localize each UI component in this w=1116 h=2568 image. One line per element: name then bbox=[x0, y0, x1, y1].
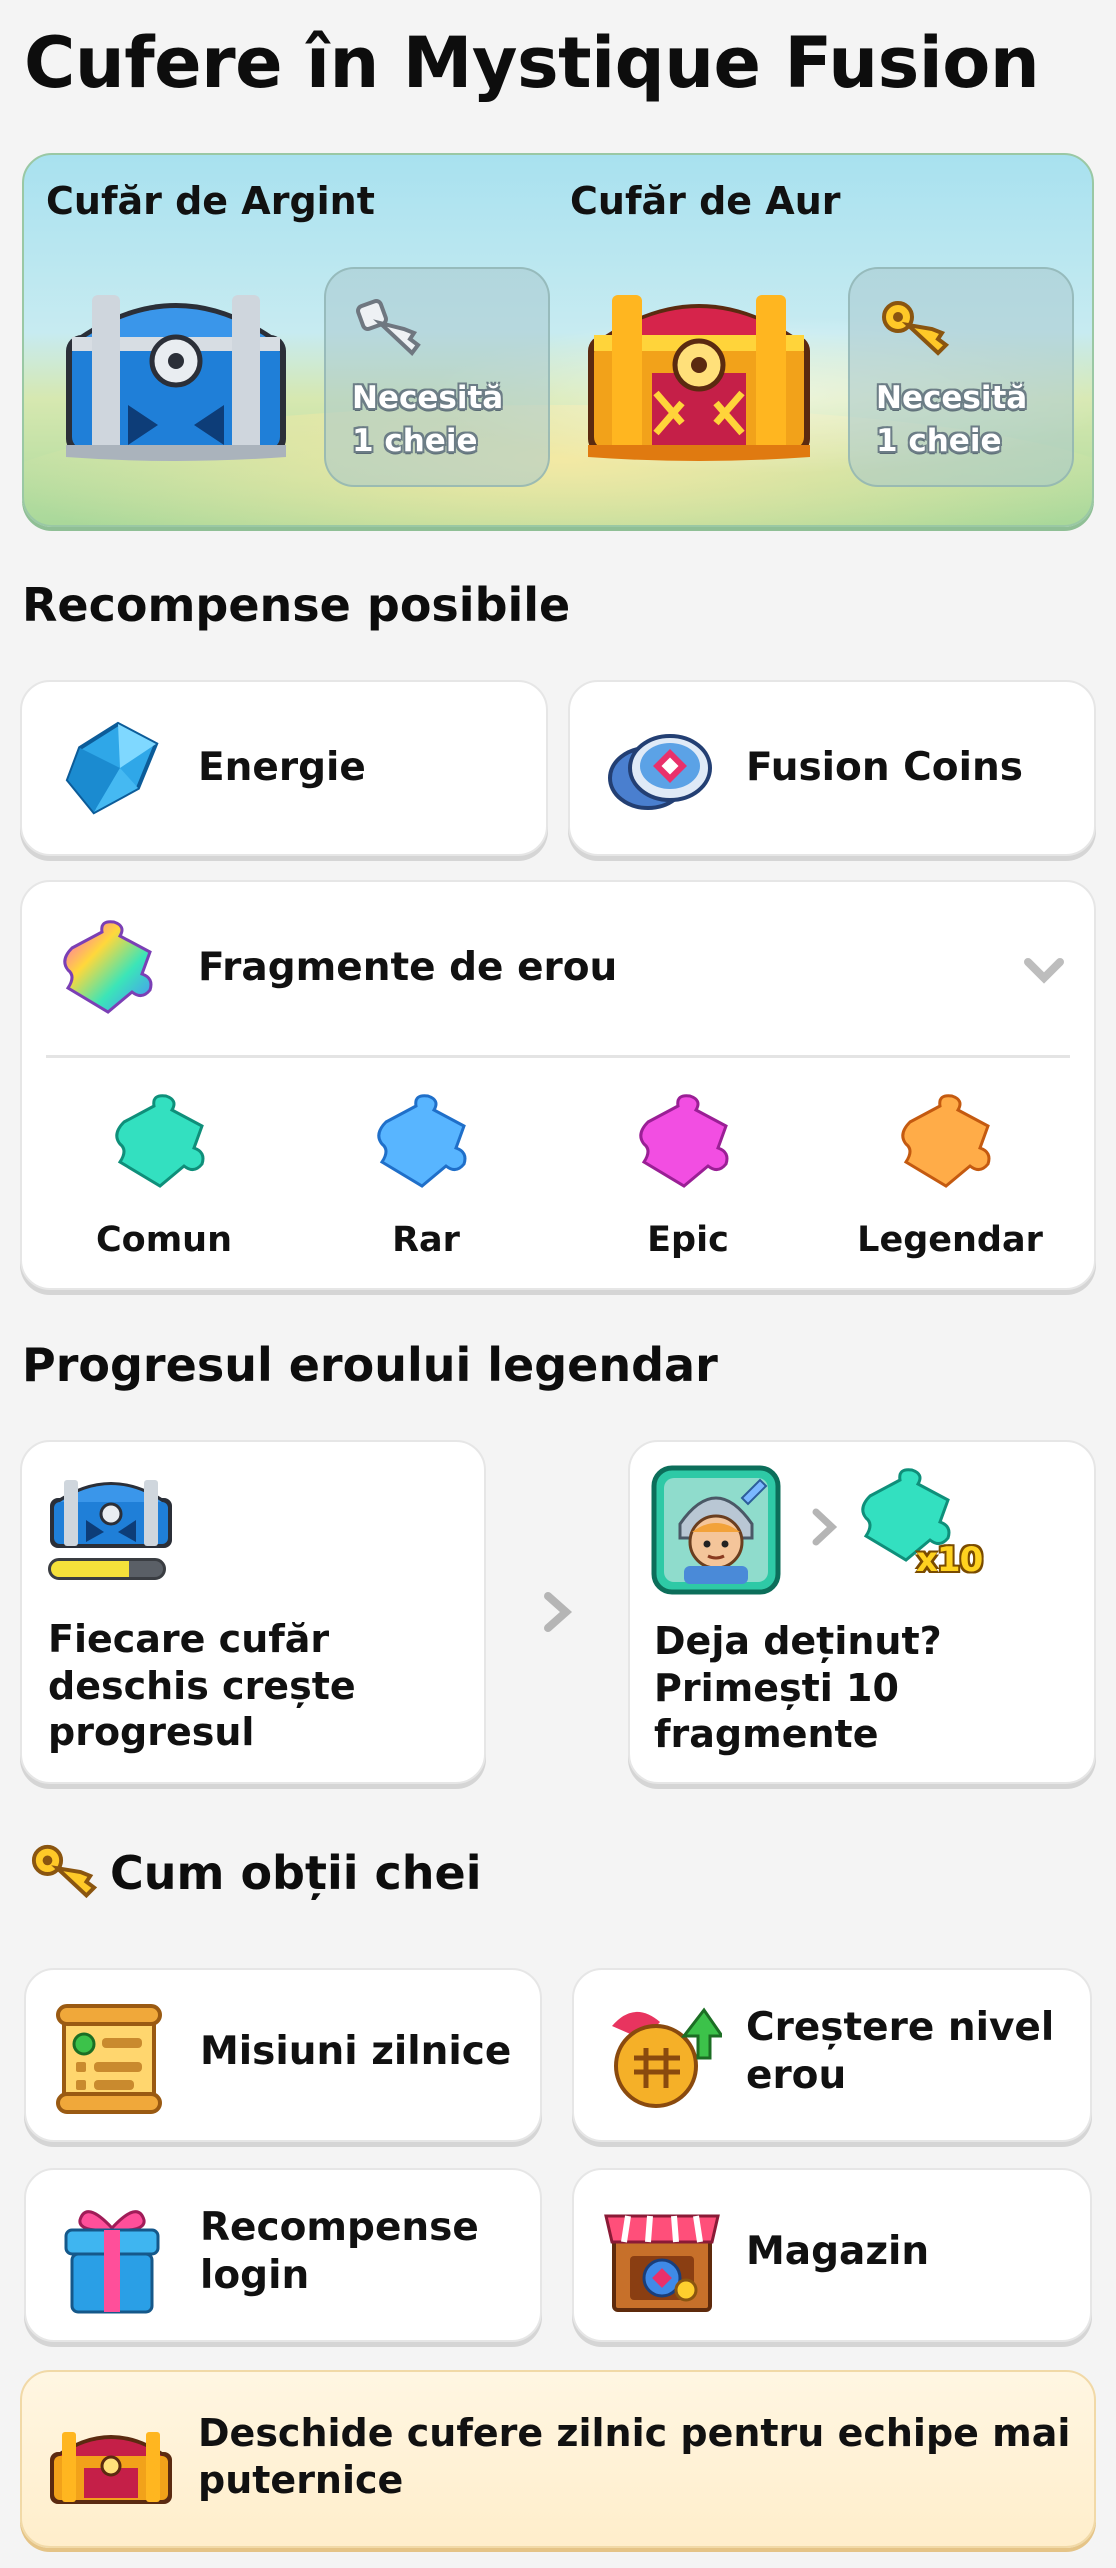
hero-portrait-icon bbox=[651, 1465, 781, 1595]
common-shard-icon bbox=[115, 1094, 205, 1188]
progress-bar bbox=[48, 1558, 166, 1580]
mini-chest-icon bbox=[50, 1480, 172, 1548]
gold-chest-title: Cufăr de Aur bbox=[570, 179, 841, 223]
x10-badge: x10 bbox=[916, 1540, 983, 1580]
progress-fill bbox=[51, 1561, 130, 1577]
owned-line1: Deja deținut? bbox=[654, 1619, 942, 1663]
silver-req-line1: Necesită bbox=[352, 380, 504, 416]
energy-crystal-icon bbox=[65, 721, 159, 815]
red-chest-icon bbox=[50, 2432, 172, 2504]
silver-key-requirement: Necesită 1 cheie bbox=[324, 267, 550, 487]
keys-heading: Cum obții chei bbox=[110, 1846, 482, 1900]
rewards-heading: Recompense posibile bbox=[22, 578, 571, 632]
gold-key-icon bbox=[882, 301, 950, 356]
owned-hero-card: x10 Deja deținut? Primești 10 fragmente bbox=[628, 1440, 1096, 1784]
key-source-hero-levelup[interactable]: Creștere nivel erou bbox=[572, 1968, 1092, 2142]
tip-text: Deschide cufere zilnic pentru echipe mai… bbox=[198, 2410, 1070, 2503]
tier-rare-label: Rar bbox=[392, 1220, 460, 1260]
progress-heading: Progresul eroului legendar bbox=[22, 1338, 718, 1392]
key-source-login-rewards[interactable]: Recompense login bbox=[24, 2168, 542, 2342]
tier-common-label: Comun bbox=[95, 1220, 233, 1260]
hero-levelup-label: Creștere nivel erou bbox=[746, 2004, 1054, 2100]
gold-key-heading-icon bbox=[31, 1844, 98, 1899]
tip-line2: puternice bbox=[198, 2457, 404, 2502]
reward-energy-card[interactable]: Energie bbox=[20, 680, 548, 856]
owned-line3: fragmente bbox=[654, 1712, 879, 1757]
silver-chest-icon bbox=[66, 295, 286, 461]
chevron-right-icon bbox=[544, 1592, 573, 1632]
chest-hero-panel: Cufăr de Argint Cufăr de Aur Necesită 1 … bbox=[22, 153, 1094, 527]
reward-coins-card[interactable]: Fusion Coins bbox=[568, 680, 1096, 856]
silver-req-line2: 1 cheie bbox=[352, 422, 478, 459]
tier-epic-label: Epic bbox=[647, 1220, 729, 1260]
rare-shard-icon bbox=[377, 1094, 467, 1188]
shards-divider bbox=[46, 1055, 1070, 1058]
gift-box-icon bbox=[64, 2210, 160, 2314]
hero-shards-label: Fragmente de erou bbox=[198, 945, 618, 990]
gold-req-line1: Necesită bbox=[876, 380, 1028, 416]
progress-left-text: Fiecare cufăr deschis crește progresul bbox=[48, 1617, 356, 1755]
arrow-right-icon bbox=[812, 1508, 838, 1546]
gold-req-line2: 1 cheie bbox=[876, 422, 1002, 459]
silver-key-icon bbox=[356, 299, 421, 356]
rainbow-puzzle-icon bbox=[63, 920, 153, 1014]
key-source-daily-missions[interactable]: Misiuni zilnice bbox=[24, 1968, 542, 2142]
reward-energy-label: Energie bbox=[198, 745, 366, 790]
key-source-shop[interactable]: Magazin bbox=[572, 2168, 1092, 2342]
gold-key-requirement: Necesită 1 cheie bbox=[848, 267, 1074, 487]
epic-shard-icon bbox=[639, 1094, 729, 1188]
progress-info-card: Fiecare cufăr deschis crește progresul bbox=[20, 1440, 486, 1784]
chevron-down-icon[interactable] bbox=[1022, 956, 1066, 986]
gold-chest-icon bbox=[588, 295, 810, 461]
reward-coins-label: Fusion Coins bbox=[746, 745, 1023, 790]
login-rewards-label: Recompense login bbox=[200, 2204, 479, 2300]
fusion-coins-icon bbox=[608, 734, 712, 810]
silver-chest-title: Cufăr de Argint bbox=[46, 179, 375, 223]
scroll-icon bbox=[56, 2004, 162, 2114]
page-title: Cufere în Mystique Fusion bbox=[24, 22, 1040, 104]
daily-missions-label: Misiuni zilnice bbox=[200, 2029, 512, 2074]
levelup-line2: erou bbox=[746, 2052, 847, 2098]
levelup-line1: Creștere nivel bbox=[746, 2005, 1055, 2050]
tip-banner: Deschide cufere zilnic pentru echipe mai… bbox=[20, 2370, 1096, 2548]
shop-stall-icon bbox=[604, 2214, 720, 2312]
legendary-shard-icon bbox=[901, 1094, 991, 1188]
owned-hero-text: Deja deținut? Primești 10 fragmente bbox=[654, 1618, 1074, 1758]
tier-legendary-label: Legendar bbox=[857, 1220, 1043, 1260]
login-line2: login bbox=[200, 2252, 310, 2298]
owned-line2: Primești 10 bbox=[654, 1665, 899, 1710]
tip-line1: Deschide cufere zilnic pentru echipe mai bbox=[198, 2411, 1071, 2455]
shop-label: Magazin bbox=[746, 2229, 930, 2274]
login-line1: Recompense bbox=[200, 2205, 479, 2250]
level-up-helmet-icon bbox=[612, 2007, 722, 2108]
